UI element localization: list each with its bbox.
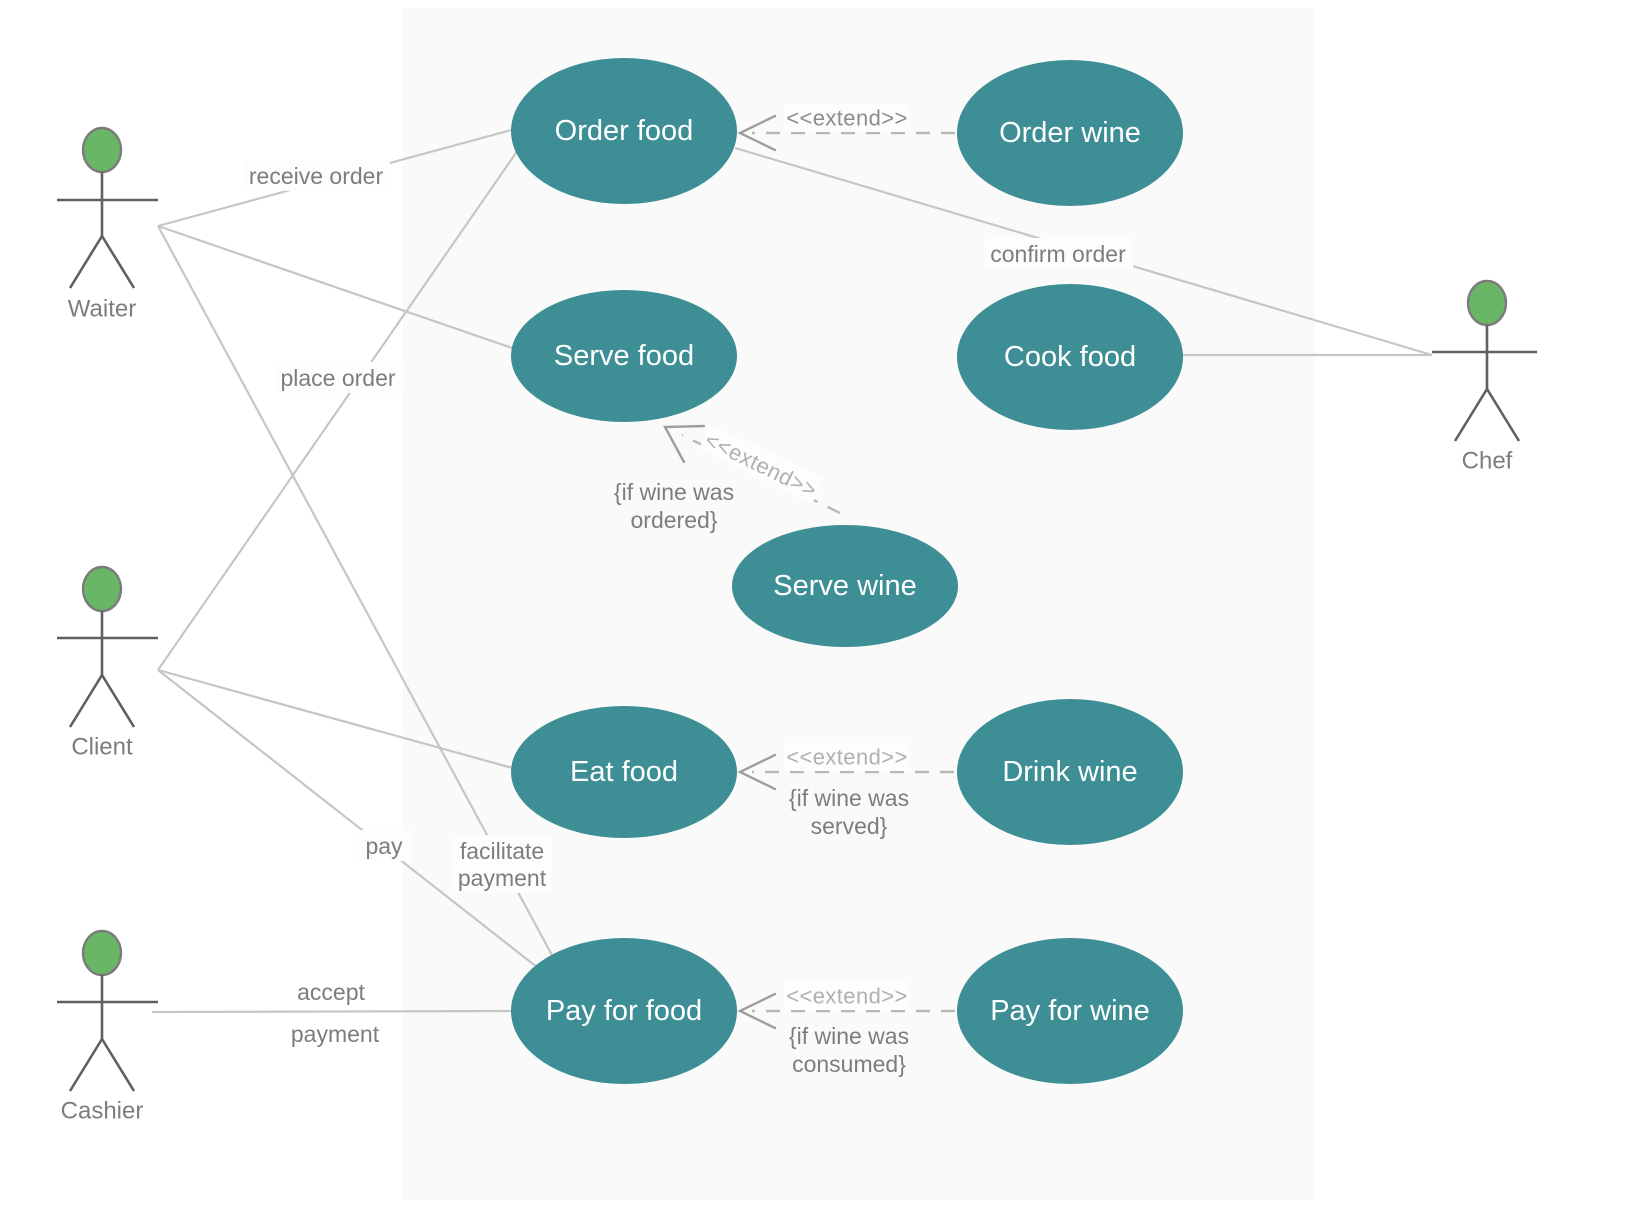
use-case-pay-for-food[interactable]: Pay for food	[511, 938, 737, 1084]
extend-condition-eat-food-line1: {if wine was	[789, 785, 909, 811]
extend-condition-pay-for-food-line2: consumed}	[792, 1051, 906, 1077]
actor-legs	[68, 235, 136, 289]
actor-label: Waiter	[68, 296, 136, 323]
use-case-drink-wine[interactable]: Drink wine	[957, 699, 1183, 845]
actor-legs	[68, 674, 136, 728]
actor-label: Client	[71, 734, 133, 761]
association-label-receive-order: receive order	[249, 163, 384, 189]
actor-label: Cashier	[61, 1098, 144, 1125]
association-label-facilitate-payment-line1: facilitate	[460, 838, 544, 864]
use-case-label: Pay for food	[546, 995, 702, 1027]
actor-head-icon	[81, 565, 123, 613]
use-case-order-wine[interactable]: Order wine	[957, 60, 1183, 206]
extend-condition-serve-food-line2: ordered}	[631, 507, 718, 533]
uml-use-case-diagram: Order food --> Serve food (diagonal) -->…	[57, 8, 1537, 1200]
use-case-label: Order wine	[999, 117, 1141, 149]
actor-legs	[68, 1038, 136, 1092]
actor-head-icon	[81, 929, 123, 977]
extend-condition-eat-food-line2: served}	[811, 813, 888, 839]
use-case-label: Serve food	[554, 340, 694, 372]
extend-stereotype-order-food: <<extend>>	[786, 106, 907, 131]
association-label-confirm-order: confirm order	[990, 241, 1126, 267]
extend-condition-serve-food-line1: {if wine was	[614, 479, 734, 505]
use-case-diagram-canvas: Order food --> Serve food (diagonal) -->…	[0, 0, 1638, 1210]
extend-stereotype-pay-for-food: <<extend>>	[786, 984, 907, 1009]
use-case-serve-wine[interactable]: Serve wine	[732, 525, 958, 647]
use-case-cook-food[interactable]: Cook food	[957, 284, 1183, 430]
actor-chef[interactable]: Chef	[1432, 279, 1537, 475]
use-case-eat-food[interactable]: Eat food	[511, 706, 737, 838]
use-case-label: Pay for wine	[990, 995, 1150, 1027]
actor-client[interactable]: Client	[57, 565, 158, 761]
use-case-label: Order food	[555, 115, 694, 147]
association-label-pay: pay	[365, 833, 403, 859]
use-case-label: Eat food	[570, 756, 678, 788]
actor-waiter[interactable]: Waiter	[57, 126, 158, 323]
use-case-label: Cook food	[1004, 341, 1136, 373]
use-case-label: Serve wine	[773, 570, 916, 602]
use-case-serve-food[interactable]: Serve food	[511, 290, 737, 422]
actor-label: Chef	[1462, 448, 1513, 475]
extend-condition-pay-for-food-line1: {if wine was	[789, 1023, 909, 1049]
association-label-accept-payment-line2: payment	[291, 1021, 380, 1047]
use-case-order-food[interactable]: Order food	[511, 58, 737, 204]
actor-head-icon	[81, 126, 123, 174]
association-label-place-order: place order	[280, 365, 395, 391]
extend-stereotype-eat-food: <<extend>>	[786, 745, 907, 770]
use-case-pay-for-wine[interactable]: Pay for wine	[957, 938, 1183, 1084]
actor-cashier[interactable]: Cashier	[57, 929, 158, 1125]
actor-head-icon	[1466, 279, 1508, 327]
association-cashier-pay-for-food[interactable]	[151, 1009, 513, 1014]
actor-legs	[1453, 388, 1521, 442]
use-case-label: Drink wine	[1002, 756, 1137, 788]
association-label-facilitate-payment-line2: payment	[458, 865, 547, 891]
association-label-accept-payment-line1: accept	[297, 979, 365, 1005]
